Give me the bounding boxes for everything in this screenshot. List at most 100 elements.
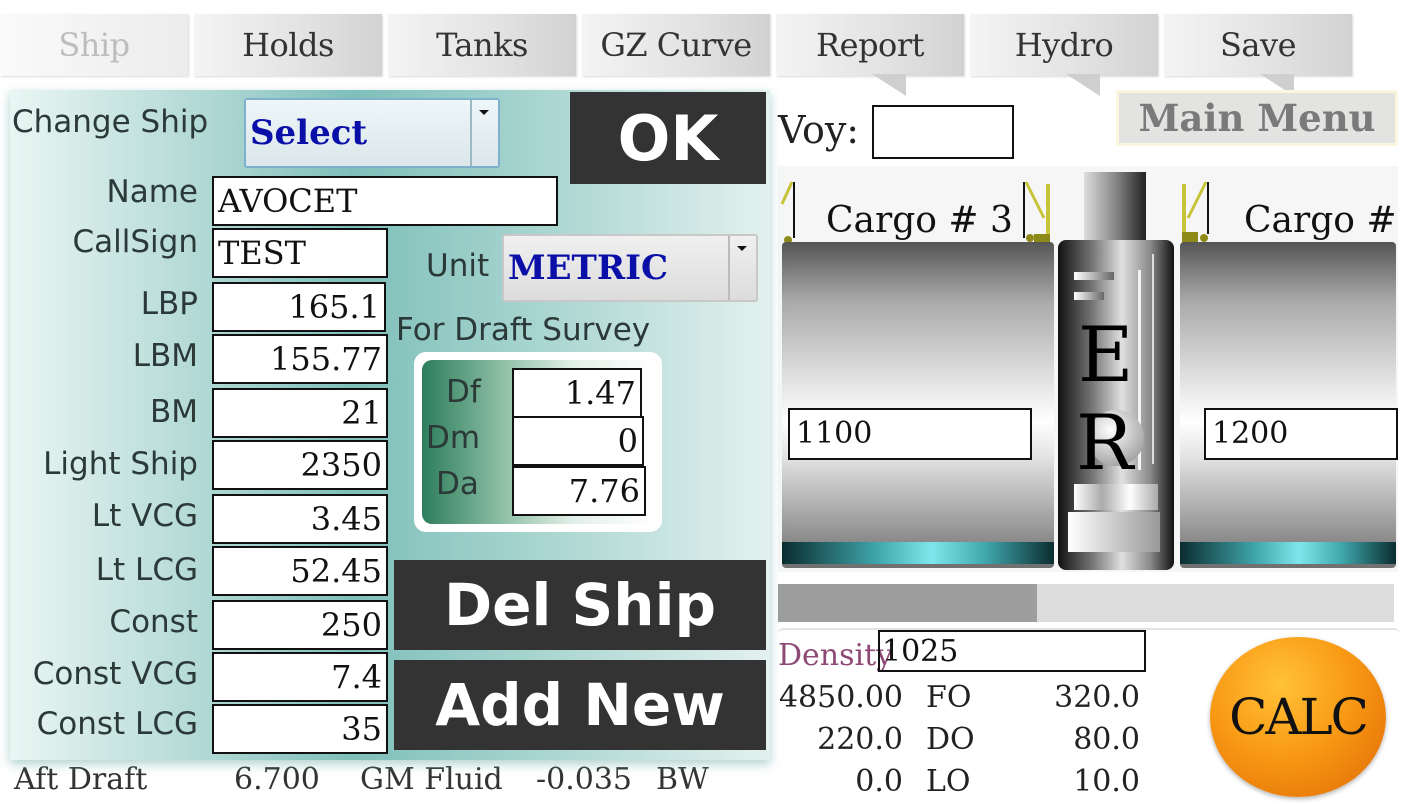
result-row-fo: 4850.00 FO 320.0 bbox=[778, 680, 1158, 720]
speech-tail-icon bbox=[872, 74, 906, 96]
aft-draft-value: 6.700 bbox=[234, 762, 320, 797]
add-new-label: Add New bbox=[435, 671, 725, 739]
const-vcg-input[interactable]: 7.4 bbox=[212, 652, 388, 702]
tab-report[interactable]: Report bbox=[776, 14, 964, 96]
gm-fluid-value: -0.035 bbox=[536, 762, 633, 797]
tab-hydro[interactable]: Hydro bbox=[970, 14, 1158, 96]
calc-label: CALC bbox=[1229, 688, 1369, 746]
draft-label-da: Da bbox=[436, 466, 479, 502]
crane-icon bbox=[780, 181, 795, 244]
er-machinery bbox=[1074, 484, 1158, 510]
name-input[interactable]: AVOCET bbox=[212, 176, 558, 226]
lbp-input[interactable]: 165.1 bbox=[212, 282, 386, 332]
const-lcg-input[interactable]: 35 bbox=[212, 704, 388, 754]
tab-report-label: Report bbox=[816, 26, 924, 64]
result-value: 220.0 bbox=[817, 722, 903, 757]
er-bar bbox=[1074, 272, 1114, 280]
unit-label: Unit bbox=[426, 248, 490, 284]
voyage-label: Voy: bbox=[778, 108, 860, 152]
field-label-light-ship: Light Ship bbox=[43, 446, 198, 482]
ship-profile: Cargo # 3 Cargo # 4 1100 1200 E R bbox=[778, 166, 1398, 572]
dropdown-box bbox=[728, 236, 756, 300]
change-ship-select[interactable]: Select bbox=[244, 98, 500, 168]
density-input[interactable]: 1025 bbox=[878, 630, 1146, 672]
callsign-input[interactable]: TEST bbox=[212, 228, 388, 278]
result-value: 320.0 bbox=[1054, 680, 1140, 715]
crane-icon bbox=[1023, 181, 1050, 244]
density-label: Density bbox=[778, 638, 894, 673]
engine-room[interactable]: E R bbox=[1058, 240, 1174, 570]
tab-gz-curve-label: GZ Curve bbox=[600, 26, 752, 64]
er-machinery bbox=[1068, 512, 1160, 552]
tab-ship[interactable]: Ship bbox=[0, 14, 188, 76]
dropdown-box bbox=[470, 100, 498, 166]
tab-hydro-label: Hydro bbox=[1014, 26, 1114, 64]
change-ship-selected: Select bbox=[250, 113, 368, 153]
field-label-name: Name bbox=[106, 174, 198, 210]
field-label-lbp: LBP bbox=[140, 286, 198, 322]
field-label-lt-lcg: Lt LCG bbox=[95, 552, 198, 588]
draft-survey-label: For Draft Survey bbox=[396, 312, 651, 348]
crane-icon bbox=[1182, 181, 1209, 244]
main-menu-label: Main Menu bbox=[1138, 96, 1376, 140]
hold-3-quantity-input[interactable]: 1100 bbox=[788, 408, 1032, 460]
tab-gz-curve[interactable]: GZ Curve bbox=[582, 14, 770, 76]
hold-4-quantity-input[interactable]: 1200 bbox=[1204, 408, 1398, 460]
tab-save[interactable]: Save bbox=[1164, 14, 1352, 96]
draft-label-dm: Dm bbox=[426, 420, 481, 456]
field-label-callsign: CallSign bbox=[72, 224, 198, 260]
field-label-lbm: LBM bbox=[132, 338, 198, 374]
draft-survey-panel: Df Dm Da 1.47 0 7.76 bbox=[414, 352, 662, 532]
field-label-const-lcg: Const LCG bbox=[36, 706, 198, 742]
tab-ship-label: Ship bbox=[58, 26, 130, 64]
add-new-button[interactable]: Add New bbox=[394, 660, 766, 750]
bw-label: BW bbox=[656, 762, 709, 797]
const-input[interactable]: 250 bbox=[212, 600, 388, 650]
chevron-down-icon bbox=[479, 110, 489, 115]
chevron-down-icon bbox=[737, 246, 747, 251]
bm-input[interactable]: 21 bbox=[212, 388, 388, 438]
lt-vcg-input[interactable]: 3.45 bbox=[212, 494, 388, 544]
cargo-hold-4[interactable] bbox=[1180, 242, 1396, 568]
unit-selected: METRIC bbox=[508, 248, 669, 288]
result-value: 80.0 bbox=[1073, 722, 1140, 757]
draft-survey-inner: Df Dm Da 1.47 0 7.76 bbox=[422, 360, 654, 524]
funnel-icon bbox=[1084, 172, 1146, 242]
voyage-input[interactable] bbox=[872, 105, 1014, 159]
tab-holds[interactable]: Holds bbox=[194, 14, 382, 76]
result-label: DO bbox=[926, 722, 975, 757]
hold-band bbox=[782, 542, 1054, 564]
lt-lcg-input[interactable]: 52.45 bbox=[212, 546, 388, 596]
hold-band bbox=[1180, 542, 1396, 564]
cargo-hold-3[interactable] bbox=[782, 242, 1054, 568]
draft-da-input[interactable]: 7.76 bbox=[512, 466, 646, 516]
er-bar bbox=[1074, 292, 1104, 300]
result-value: 0.0 bbox=[855, 764, 903, 799]
tab-tanks[interactable]: Tanks bbox=[388, 14, 576, 76]
tab-holds-label: Holds bbox=[242, 26, 334, 64]
light-ship-input[interactable]: 2350 bbox=[212, 440, 388, 490]
unit-select[interactable]: METRIC bbox=[502, 234, 758, 302]
main-menu-button[interactable]: Main Menu bbox=[1116, 90, 1398, 146]
del-ship-button[interactable]: Del Ship bbox=[394, 560, 766, 650]
field-label-const: Const bbox=[109, 604, 198, 640]
field-label-bm: BM bbox=[149, 394, 198, 430]
tab-tanks-label: Tanks bbox=[436, 26, 528, 64]
result-row-do: 220.0 DO 80.0 bbox=[778, 722, 1158, 762]
aft-draft-label: Aft Draft bbox=[14, 762, 148, 797]
er-letter-e: E bbox=[1078, 310, 1134, 399]
load-progress-bar bbox=[778, 584, 1394, 622]
tab-save-label: Save bbox=[1219, 26, 1297, 64]
speech-tail-icon bbox=[1066, 74, 1100, 96]
ship-dialog: Change Ship Select OK Name CallSign LBP … bbox=[10, 90, 770, 760]
load-progress-fill bbox=[778, 584, 1037, 622]
result-label: FO bbox=[926, 680, 972, 715]
lbm-input[interactable]: 155.77 bbox=[212, 334, 388, 384]
result-value: 4850.00 bbox=[778, 680, 903, 715]
draft-dm-input[interactable]: 0 bbox=[512, 416, 644, 466]
calc-button[interactable]: CALC bbox=[1210, 637, 1386, 797]
ok-button[interactable]: OK bbox=[570, 92, 766, 184]
field-label-lt-vcg: Lt VCG bbox=[91, 498, 198, 534]
ok-label: OK bbox=[617, 101, 719, 175]
draft-df-input[interactable]: 1.47 bbox=[512, 368, 642, 418]
